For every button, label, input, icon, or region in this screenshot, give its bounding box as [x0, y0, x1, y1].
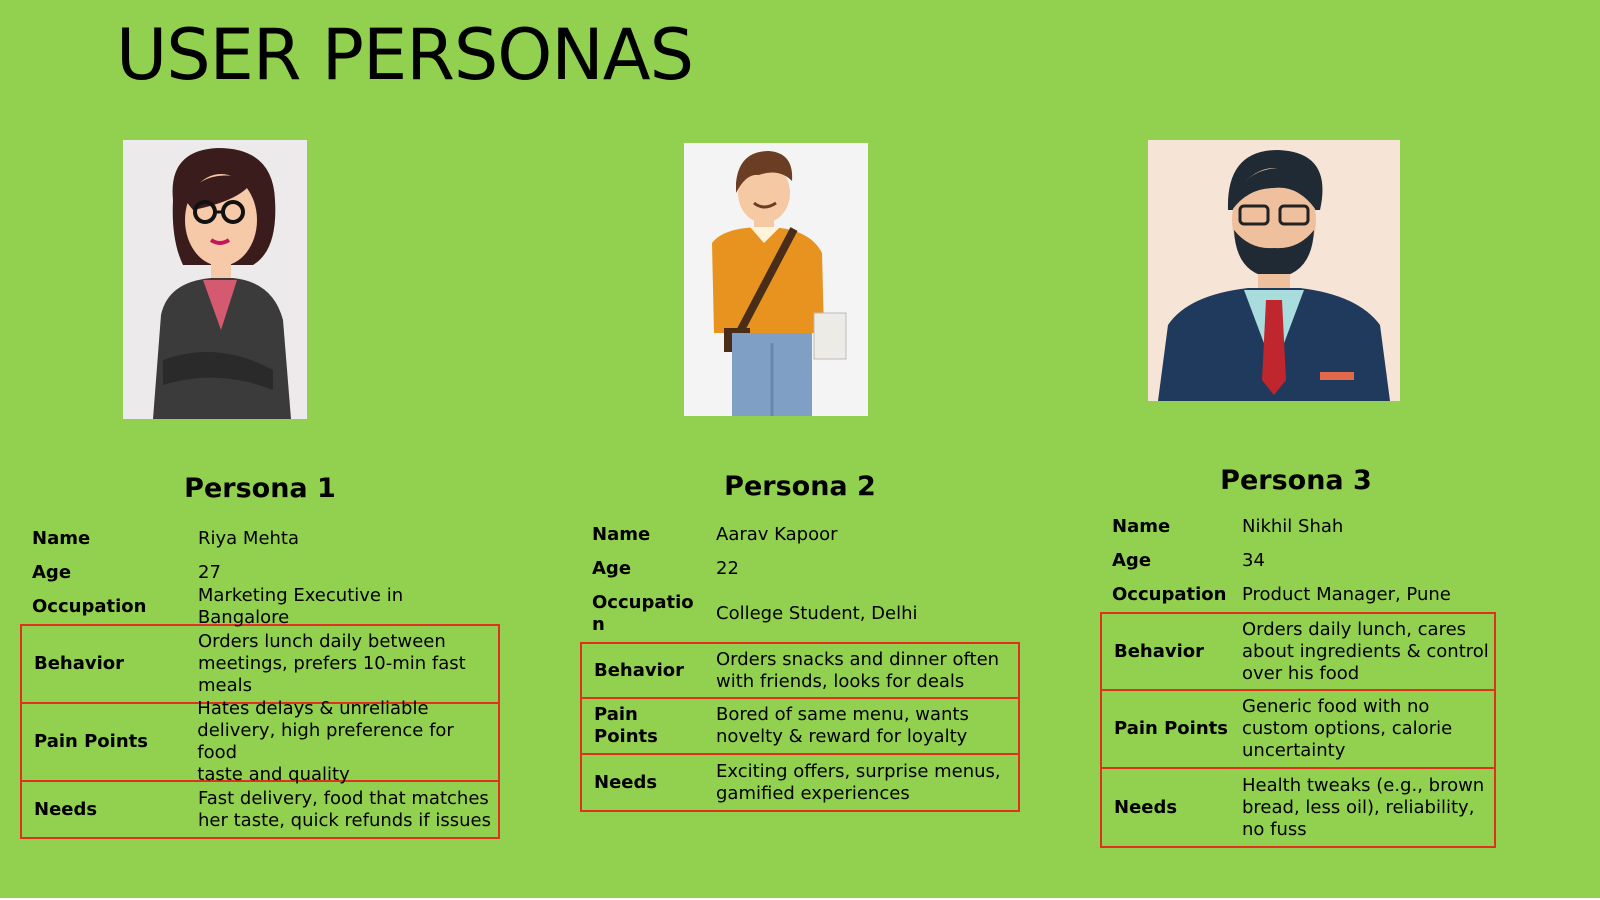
behavior-label: Behavior — [1114, 640, 1205, 662]
name-value: Nikhil Shah — [1242, 516, 1344, 537]
bearded-man-in-suit-icon — [1148, 140, 1400, 401]
persona-1-table: Name Riya Mehta Age 27 Occupation Market… — [20, 522, 500, 839]
slide: USER PERSONAS Persona 1 Name Riya Mehta … — [0, 0, 1600, 900]
pain-points-label: Pain Points — [1114, 718, 1228, 739]
age-label: Age — [592, 558, 632, 579]
occupation-value: Product Manager, Pune — [1242, 584, 1451, 605]
needs-row: Needs Exciting offers, surprise menus, ga… — [580, 755, 1020, 812]
occupation-label: Occupation — [592, 592, 694, 635]
age-row: Age 34 — [1100, 544, 1496, 578]
behavior-value: Orders lunch daily between meetings, pref… — [198, 631, 466, 696]
occupation-row: Occupation Product Manager, Pune — [1100, 578, 1496, 612]
occupation-value: Marketing Executive in Bangalore — [197, 585, 404, 628]
pain-points-label: Pain Points — [594, 704, 658, 747]
pain-points-value: Bored of same menu, wants novelty & rewar… — [716, 704, 969, 747]
needs-label: Needs — [34, 798, 98, 820]
pain-points-label: Pain Points — [34, 731, 148, 752]
persona-3-heading: Persona 3 — [1220, 465, 1372, 496]
needs-row: Needs Fast delivery, food that matches he… — [20, 782, 500, 839]
name-row: Name Aarav Kapoor — [580, 518, 1020, 552]
age-value: 22 — [716, 558, 739, 579]
persona-2-table: Name Aarav Kapoor Age 22 Occupatio n Coll… — [580, 518, 1020, 812]
behavior-value: Orders daily lunch, cares about ingredien… — [1242, 618, 1489, 684]
behavior-value: Orders snacks and dinner often with frien… — [716, 648, 1000, 692]
needs-label: Needs — [1114, 796, 1178, 818]
occupation-row: Occupatio n College Student, Delhi — [580, 586, 1020, 642]
pain-points-row: Pain Points Bored of same menu, wants nove… — [580, 699, 1020, 755]
name-label: Name — [1112, 516, 1171, 537]
name-label: Name — [592, 524, 651, 545]
woman-in-blazer-icon — [123, 140, 307, 419]
pain-points-value: Generic food with no custom options, calo… — [1242, 696, 1453, 761]
pain-points-value: Hates delays & unreliable delivery, high … — [197, 698, 454, 785]
name-label: Name — [32, 528, 91, 549]
age-row: Age 22 — [580, 552, 1020, 586]
pain-points-row: Pain Points Generic food with no custom o… — [1100, 691, 1496, 769]
name-value: Riya Mehta — [198, 528, 300, 549]
needs-value: Fast delivery, food that matches her tast… — [198, 787, 491, 831]
occupation-label: Occupation — [32, 596, 147, 617]
age-label: Age — [32, 562, 72, 583]
behavior-label: Behavior — [594, 659, 685, 681]
behavior-row: Behavior Orders lunch daily between meeti… — [20, 624, 500, 704]
student-with-bag-icon — [684, 143, 868, 416]
needs-row: Needs Health tweaks (e.g., brown bread, l… — [1100, 769, 1496, 848]
occupation-row: Occupation Marketing Executive in Bangal… — [20, 585, 500, 628]
persona-1-heading: Persona 1 — [184, 473, 336, 504]
age-label: Age — [1112, 550, 1152, 571]
name-row: Name Riya Mehta — [20, 522, 500, 556]
name-row: Name Nikhil Shah — [1100, 510, 1496, 544]
behavior-label: Behavior — [34, 653, 125, 674]
occupation-value: College Student, Delhi — [716, 603, 918, 624]
behavior-row: Behavior Orders daily lunch, cares about … — [1100, 612, 1496, 691]
needs-value: Exciting offers, surprise menus, gamified… — [716, 760, 1001, 804]
needs-label: Needs — [594, 771, 658, 793]
persona-2-heading: Persona 2 — [724, 471, 876, 502]
age-value: 34 — [1242, 550, 1265, 571]
name-value: Aarav Kapoor — [716, 524, 838, 545]
pain-points-row: Pain Points Hates delays & unreliable del… — [20, 698, 500, 785]
persona-3-table: Name Nikhil Shah Age 34 Occupation Produ… — [1100, 510, 1496, 848]
age-value: 27 — [198, 562, 221, 583]
page-title: USER PERSONAS — [116, 14, 694, 96]
needs-value: Health tweaks (e.g., brown bread, less oi… — [1242, 774, 1485, 840]
behavior-row: Behavior Orders snacks and dinner often w… — [580, 642, 1020, 699]
occupation-label: Occupation — [1112, 584, 1227, 605]
